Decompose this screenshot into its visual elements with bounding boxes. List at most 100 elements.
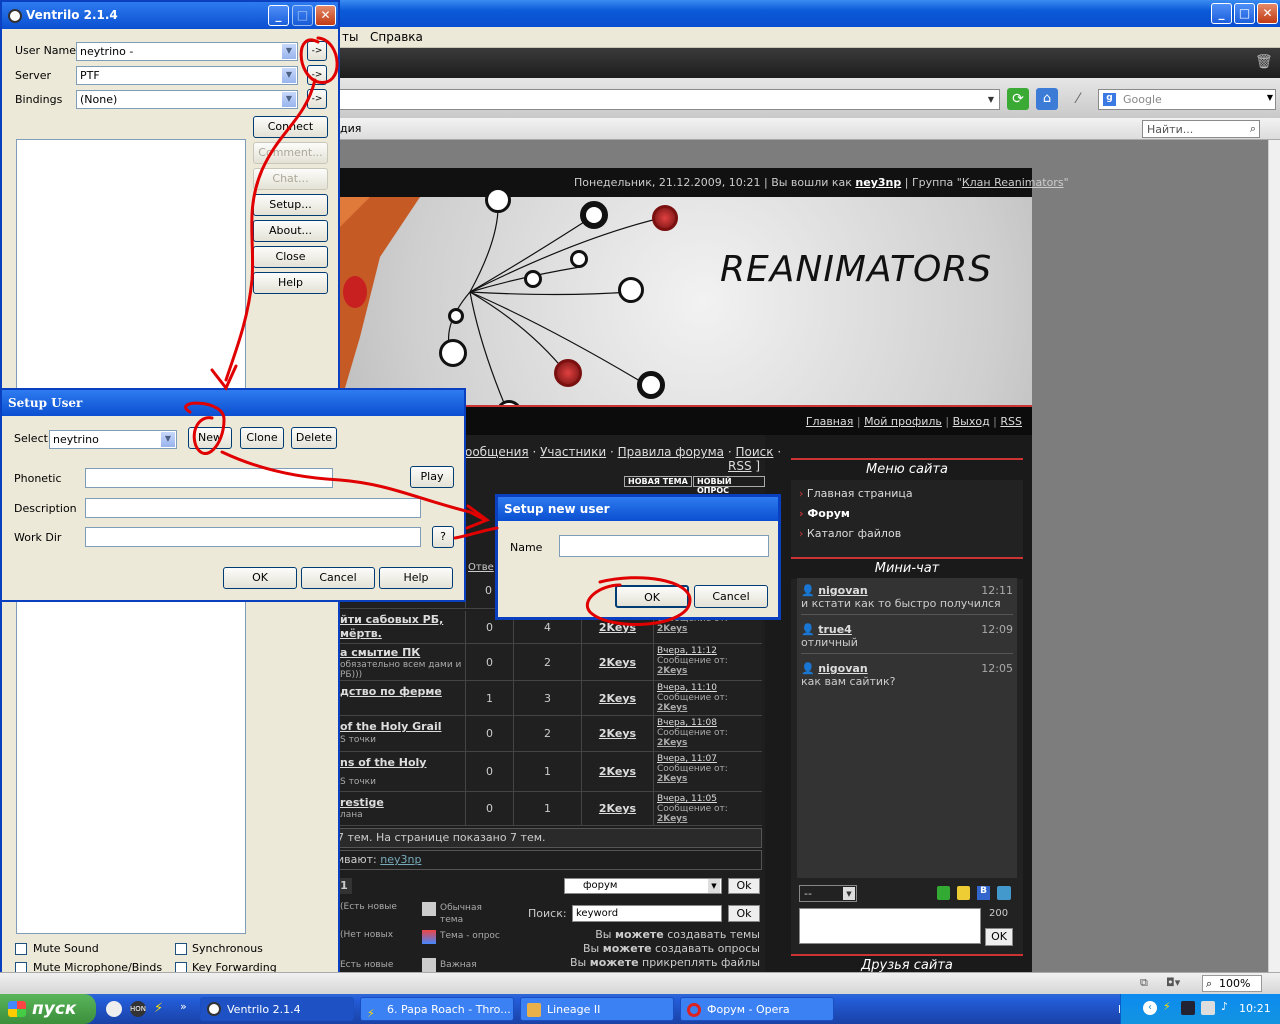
chevron-down-icon[interactable]: ▼: [282, 68, 296, 83]
cancel-button[interactable]: Cancel: [301, 567, 375, 589]
taskbar-item-ventrilo[interactable]: Ventrilo 2.1.4: [200, 997, 354, 1021]
menu-item-label[interactable]: Форум: [807, 507, 850, 520]
synchronous-checkbox[interactable]: [175, 943, 187, 955]
new-user-cancel-button[interactable]: Cancel: [694, 585, 768, 608]
menu-item-help[interactable]: Справка: [370, 30, 423, 44]
tray-icon[interactable]: [1181, 1001, 1195, 1015]
app-icon[interactable]: ⚡: [154, 1001, 170, 1017]
taskbar-item-player[interactable]: ⚡ 6. Papa Roach - Thro...: [360, 997, 514, 1021]
help-button[interactable]: Help: [379, 567, 453, 589]
search-engine-input[interactable]: g Google ▼: [1098, 89, 1276, 110]
nav-profile[interactable]: Мой профиль: [864, 415, 942, 428]
close-icon[interactable]: ✕: [315, 5, 336, 26]
last-msg-author[interactable]: 2Keys: [657, 814, 687, 824]
topic-title[interactable]: restige: [340, 796, 384, 809]
home-icon[interactable]: ⌂: [1036, 88, 1058, 110]
forum-link-rules[interactable]: Правила форума: [618, 445, 724, 459]
menu-item[interactable]: › Форум: [799, 504, 1023, 524]
trash-icon[interactable]: 🗑: [1255, 54, 1273, 72]
topic-author[interactable]: 2Keys: [599, 692, 636, 705]
play-button[interactable]: Play: [410, 466, 454, 488]
topic-title-text[interactable]: дство по ферме: [340, 685, 442, 698]
user-link[interactable]: ney3np: [855, 176, 901, 189]
app-icon[interactable]: HON: [130, 1001, 146, 1017]
topic-title-text[interactable]: а смытие ПК: [340, 646, 420, 659]
menu-item-label[interactable]: Каталог файлов: [807, 527, 901, 540]
user-select-combo[interactable]: neytrino ▼: [49, 430, 177, 449]
table-row[interactable]: restige лана 0 1 2Keys Вчера, 11:05 Сооб…: [300, 792, 762, 826]
ok-button[interactable]: OK: [223, 567, 297, 589]
vertical-scrollbar[interactable]: [1268, 140, 1280, 972]
bold-icon[interactable]: B: [977, 886, 990, 900]
topic-title[interactable]: of the Holy Grail: [340, 720, 442, 733]
topic-title[interactable]: ns of the Holy: [340, 756, 426, 769]
media-player-icon[interactable]: [106, 1001, 122, 1017]
topic-title[interactable]: а смытие ПК: [340, 646, 420, 659]
volume-icon[interactable]: ♪: [1221, 1000, 1228, 1013]
forum-link-messages[interactable]: ообщения: [465, 445, 529, 459]
nav-rss[interactable]: RSS: [1000, 415, 1022, 428]
minimize-icon[interactable]: _: [1211, 3, 1232, 24]
new-topic-button[interactable]: НОВАЯ ТЕМА: [624, 476, 692, 487]
chevron-down-icon[interactable]: ▼: [1267, 93, 1273, 102]
last-msg-time[interactable]: Вчера, 11:05: [657, 794, 717, 804]
chat-user[interactable]: nigovan: [818, 584, 867, 597]
topic-title[interactable]: дство по ферме: [340, 685, 442, 698]
chevron-down-icon[interactable]: ▼: [282, 44, 296, 59]
chevron-down-icon[interactable]: ▼: [985, 92, 997, 107]
find-input[interactable]: Найти... ⌕: [1142, 120, 1260, 138]
menu-item[interactable]: › Главная страница: [799, 484, 1023, 504]
table-row[interactable]: ns of the Holy S точки 0 1 2Keys Вчера, …: [300, 752, 762, 792]
last-msg-time[interactable]: Вчера, 11:10: [657, 683, 717, 693]
user-edit-button[interactable]: ->: [307, 41, 327, 61]
chat-send-button[interactable]: OK: [985, 928, 1013, 946]
chevron-right-icon[interactable]: »: [180, 1000, 187, 1013]
chat-user[interactable]: nigovan: [818, 662, 867, 675]
table-row[interactable]: а смытие ПК обязательно всем дами и РБ))…: [300, 644, 762, 681]
address-input[interactable]: ▼: [338, 89, 1000, 110]
setup-button[interactable]: Setup...: [253, 194, 328, 216]
delete-user-button[interactable]: Delete: [291, 427, 337, 449]
forum-search-button[interactable]: Ok: [728, 905, 760, 922]
table-row[interactable]: of the Holy Grail S точки 0 2 2Keys Вчер…: [300, 716, 762, 752]
last-msg-author[interactable]: 2Keys: [657, 703, 687, 713]
user-name-combo[interactable]: neytrino - ▼: [76, 42, 298, 61]
wand-icon[interactable]: ⁄: [1067, 88, 1089, 110]
tray-icon[interactable]: ⚡: [1163, 1000, 1171, 1013]
topic-author[interactable]: 2Keys: [599, 656, 636, 669]
topic-author[interactable]: 2Keys: [599, 621, 636, 634]
menu-item-tools[interactable]: ты: [342, 30, 358, 44]
bindings-combo[interactable]: (None) ▼: [76, 90, 298, 109]
last-msg-time[interactable]: Вчера, 11:12: [657, 646, 717, 656]
chevron-down-icon[interactable]: ▼: [161, 432, 175, 447]
close-icon[interactable]: ✕: [1257, 3, 1278, 24]
chat-select[interactable]: -- ▼: [799, 885, 857, 902]
close-button[interactable]: Close: [253, 246, 328, 268]
table-row[interactable]: дство по ферме 1 3 2Keys Вчера, 11:10 Со…: [300, 681, 762, 716]
maximize-icon[interactable]: □: [1234, 3, 1255, 24]
server-edit-button[interactable]: ->: [307, 65, 327, 85]
work-dir-input[interactable]: [85, 527, 421, 547]
forum-link-members[interactable]: Участники: [540, 445, 606, 459]
phonetic-input[interactable]: [85, 468, 333, 488]
last-msg-author[interactable]: 2Keys: [657, 774, 687, 784]
mute-sound-checkbox[interactable]: [15, 943, 27, 955]
bindings-edit-button[interactable]: ->: [307, 89, 327, 109]
menu-item[interactable]: › Каталог файлов: [799, 524, 1023, 544]
last-msg-author[interactable]: 2Keys: [657, 624, 687, 634]
topic-author[interactable]: 2Keys: [599, 727, 636, 740]
zoom-control[interactable]: ⌕ 100%: [1202, 975, 1262, 992]
nav-home[interactable]: Главная: [806, 415, 854, 428]
chat-user[interactable]: true4: [818, 623, 852, 636]
last-msg-time[interactable]: Вчера, 11:07: [657, 754, 717, 764]
last-msg-author[interactable]: 2Keys: [657, 738, 687, 748]
refresh-icon[interactable]: [937, 886, 950, 900]
panel-icon[interactable]: ⧉: [1140, 976, 1156, 990]
group-link[interactable]: Клан Reanimators: [962, 176, 1064, 189]
clone-user-button[interactable]: Clone: [240, 427, 284, 449]
topic-title-text[interactable]: йти сабовых РБ,: [340, 613, 443, 626]
chat-input[interactable]: [799, 908, 981, 944]
forum-search-input[interactable]: keyword: [572, 905, 722, 922]
reload-icon[interactable]: ⟳: [1007, 88, 1029, 110]
topic-title-text[interactable]: of the Holy Grail: [340, 720, 442, 733]
